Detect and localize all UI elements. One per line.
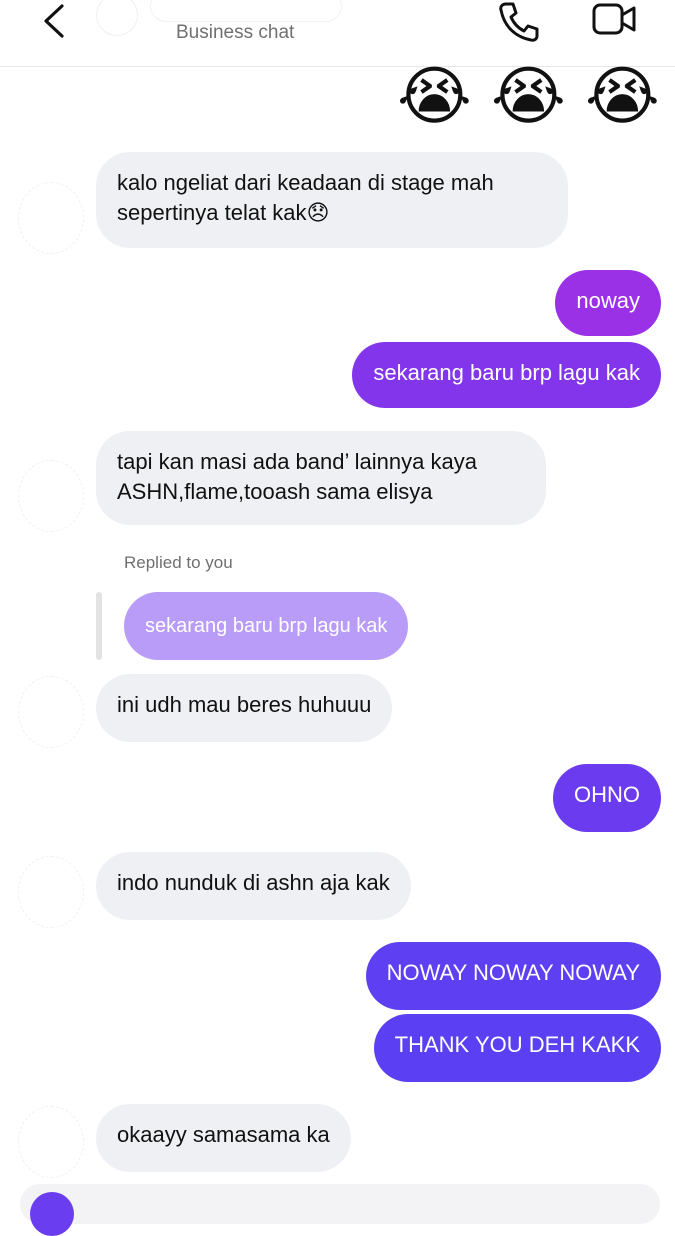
message-composer[interactable] bbox=[20, 1184, 660, 1224]
loudly-crying-emoji: 😭 bbox=[397, 60, 472, 132]
contact-avatar[interactable] bbox=[96, 0, 138, 36]
sender-avatar bbox=[18, 676, 84, 748]
message-incoming[interactable]: tapi kan masi ada band’ lainnya kaya ASH… bbox=[96, 431, 546, 525]
message-incoming[interactable]: okaayy samasama ka bbox=[96, 1104, 351, 1172]
chat-subtitle: Business chat bbox=[176, 22, 295, 43]
message-outgoing[interactable]: THANK YOU DEH KAKK bbox=[373, 1014, 661, 1082]
phone-icon[interactable] bbox=[496, 0, 540, 44]
message-outgoing[interactable]: NOWAY NOWAY NOWAY bbox=[365, 942, 661, 1010]
contact-name[interactable] bbox=[150, 0, 342, 22]
sender-avatar bbox=[18, 856, 84, 928]
reaction-emojis: 😭 😭 😭 bbox=[397, 60, 660, 132]
message-outgoing[interactable]: noway bbox=[555, 270, 661, 336]
sender-avatar bbox=[18, 460, 84, 532]
message-incoming[interactable]: ini udh mau beres huhuuu bbox=[96, 674, 393, 742]
loudly-crying-emoji: 😭 bbox=[585, 60, 660, 132]
message-outgoing[interactable]: OHNO bbox=[553, 764, 661, 832]
message-incoming[interactable]: indo nunduk di ashn aja kak bbox=[96, 852, 411, 920]
sender-avatar bbox=[18, 1106, 84, 1178]
message-incoming[interactable]: kalo ngeliat dari keadaan di stage mah s… bbox=[96, 152, 568, 248]
reply-indicator-bar bbox=[96, 592, 102, 660]
loudly-crying-emoji: 😭 bbox=[491, 60, 566, 132]
message-outgoing[interactable]: sekarang baru brp lagu kak bbox=[352, 342, 661, 408]
reply-quote-bubble[interactable]: sekarang baru brp lagu kak bbox=[124, 592, 409, 660]
sender-avatar bbox=[18, 182, 84, 254]
back-chevron-icon[interactable] bbox=[40, 2, 70, 42]
video-camera-icon[interactable] bbox=[590, 0, 638, 44]
chat-header: Business chat bbox=[0, 0, 675, 67]
reply-label: Replied to you bbox=[124, 553, 233, 572]
camera-button[interactable] bbox=[30, 1192, 74, 1236]
